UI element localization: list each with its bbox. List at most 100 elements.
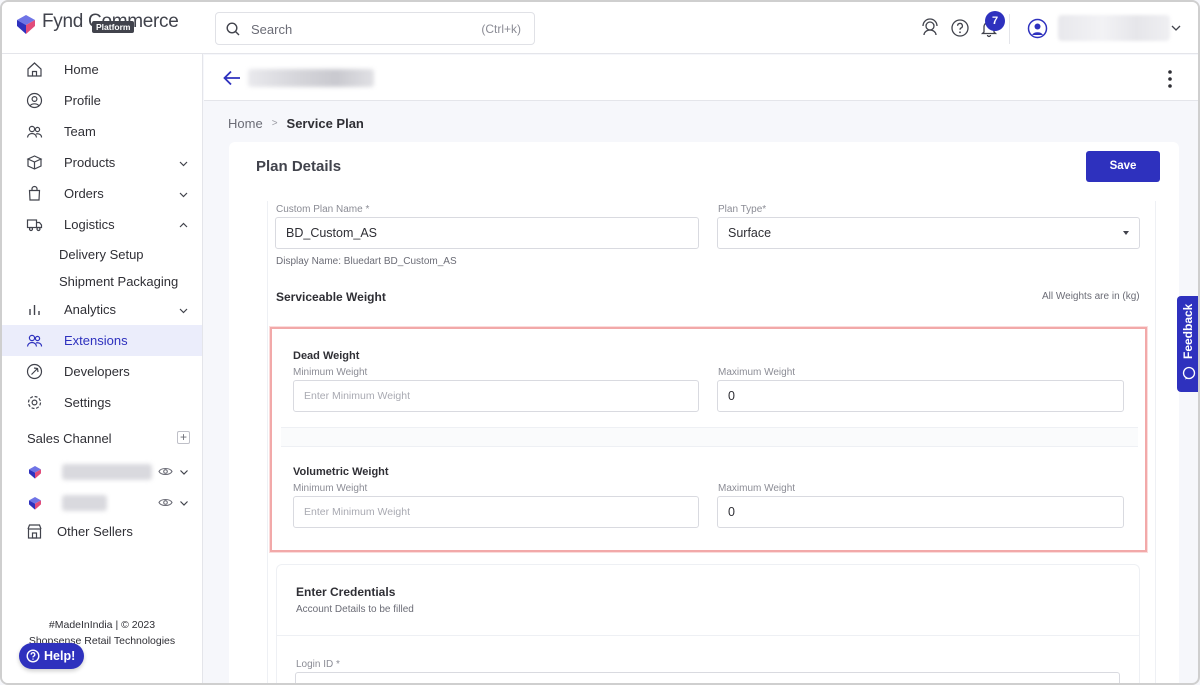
breadcrumb: Home > Service Plan [228, 116, 364, 131]
sidebar-item-label: Settings [64, 395, 111, 410]
app-window: Fynd Commerce Platform Search (Ctrl+k) 7 [0, 0, 1200, 685]
chevron-down-icon[interactable] [179, 498, 189, 508]
user-name-redacted[interactable] [1058, 15, 1170, 41]
top-bar: Fynd Commerce Platform Search (Ctrl+k) 7 [2, 2, 1198, 54]
dead-max-weight-input[interactable]: 0 [717, 380, 1124, 412]
sidebar-item-label: Analytics [64, 302, 117, 317]
search-shortcut: (Ctrl+k) [481, 22, 521, 36]
brand-sub-badge: Platform [92, 21, 135, 33]
display-name-hint: Display Name: Bluedart BD_Custom_AS [276, 256, 457, 267]
credentials-panel [276, 564, 1140, 683]
custom-plan-name-field[interactable]: BD_Custom_AS [275, 217, 699, 249]
sidebar-item-label: Developers [64, 364, 130, 379]
fynd-logo-icon [29, 466, 41, 479]
eye-icon[interactable] [158, 466, 173, 477]
add-sales-channel-button[interactable]: + [177, 431, 190, 444]
sidebar-item-products[interactable]: Products [2, 147, 202, 178]
sidebar-item-developers[interactable]: Developers [2, 356, 202, 387]
sidebar-item-logistics[interactable]: Logistics [2, 209, 202, 240]
sidebar-item-extensions[interactable]: Extensions [2, 325, 202, 356]
bar-chart-icon [29, 305, 40, 315]
credentials-heading: Enter Credentials [296, 585, 396, 599]
sidebar-subitem-shipment-packaging[interactable]: Shipment Packaging [59, 274, 178, 289]
dead-min-weight-input[interactable]: Enter Minimum Weight [293, 380, 699, 412]
avatar-icon[interactable] [1027, 18, 1048, 39]
sidebar-item-home[interactable]: Home [2, 54, 202, 85]
plan-type-label: Plan Type* [718, 204, 767, 215]
save-button[interactable]: Save [1086, 151, 1160, 182]
topbar-divider [1009, 14, 1010, 44]
chevron-down-icon[interactable] [178, 305, 189, 316]
vol-max-weight-input[interactable]: 0 [717, 496, 1124, 528]
channel-name-redacted [62, 495, 107, 511]
search-icon [226, 22, 240, 36]
chevron-down-icon[interactable] [179, 467, 189, 477]
sidebar-item-profile[interactable]: Profile [2, 85, 202, 116]
chevron-up-icon[interactable] [178, 220, 189, 231]
caret-down-icon [1123, 231, 1129, 235]
eye-icon[interactable] [158, 497, 173, 508]
fynd-logo-icon [17, 15, 35, 34]
chevron-down-icon[interactable] [1170, 22, 1182, 34]
sidebar-item-label: Extensions [64, 333, 128, 348]
sales-channel-item[interactable] [2, 458, 202, 486]
vol-min-weight-label: Minimum Weight [293, 483, 368, 494]
sidebar-item-label: Orders [64, 186, 104, 201]
help-circle-icon[interactable] [950, 18, 970, 38]
notification-count-badge: 7 [985, 11, 1005, 31]
home-icon [27, 62, 42, 77]
support-agent-icon[interactable] [920, 18, 940, 38]
feedback-icon [1182, 366, 1196, 380]
page-header [204, 55, 1198, 101]
sidebar-subitem-delivery-setup[interactable]: Delivery Setup [59, 247, 144, 262]
login-id-field[interactable] [295, 672, 1120, 683]
sidebar-item-label: Other Sellers [57, 524, 133, 539]
sidebar-item-analytics[interactable]: Analytics [2, 294, 202, 325]
dead-max-weight-label: Maximum Weight [718, 367, 796, 378]
feedback-label: Feedback [1181, 303, 1195, 359]
developer-icon [26, 363, 43, 380]
extensions-icon [26, 334, 43, 347]
bag-icon [28, 185, 41, 201]
chevron-down-icon[interactable] [178, 189, 189, 200]
volumetric-weight-heading: Volumetric Weight [293, 466, 389, 478]
vol-min-weight-input[interactable]: Enter Minimum Weight [293, 496, 699, 528]
footer-made-in-india: #MadeInIndia | © 2023 [48, 619, 156, 631]
page-title-redacted [248, 69, 374, 87]
sidebar: Home Profile Team Products Orders Logist… [2, 54, 203, 683]
page-title: Plan Details [256, 158, 342, 175]
help-label: Help! [44, 649, 76, 663]
truck-icon [26, 219, 43, 232]
breadcrumb-current: Service Plan [286, 116, 364, 131]
chevron-down-icon[interactable] [178, 158, 189, 169]
sales-channel-item[interactable] [2, 489, 202, 517]
breadcrumb-separator: > [271, 118, 278, 129]
sidebar-item-team[interactable]: Team [2, 116, 202, 147]
sidebar-item-label: Products [64, 155, 116, 170]
sidebar-item-label: Team [64, 124, 96, 139]
back-arrow-icon[interactable] [222, 69, 242, 87]
help-button[interactable]: Help! [19, 643, 85, 669]
dead-min-weight-label: Minimum Weight [293, 367, 368, 378]
search-placeholder: Search [251, 22, 293, 37]
search-input[interactable]: Search (Ctrl+k) [215, 12, 535, 45]
plan-type-select[interactable]: Surface [717, 217, 1140, 249]
sidebar-item-label: Profile [64, 93, 101, 108]
fynd-logo-icon [29, 497, 41, 510]
help-circle-icon [26, 649, 40, 663]
sales-channel-heading: Sales Channel [27, 431, 112, 446]
serviceable-weight-heading: Serviceable Weight [276, 290, 386, 304]
sidebar-item-orders[interactable]: Orders [2, 178, 202, 209]
login-id-label: Login ID * [296, 659, 340, 670]
more-options-icon[interactable] [1166, 69, 1174, 89]
team-icon [26, 125, 43, 138]
user-circle-icon [26, 92, 43, 109]
sidebar-item-label: Home [64, 62, 99, 77]
weight-section-divider [281, 427, 1138, 447]
breadcrumb-home[interactable]: Home [228, 116, 263, 131]
gear-icon [27, 395, 42, 410]
sidebar-item-settings[interactable]: Settings [2, 387, 202, 418]
store-icon [27, 524, 42, 539]
sidebar-item-other-sellers[interactable]: Other Sellers [2, 516, 202, 547]
sidebar-item-label: Logistics [64, 217, 115, 232]
